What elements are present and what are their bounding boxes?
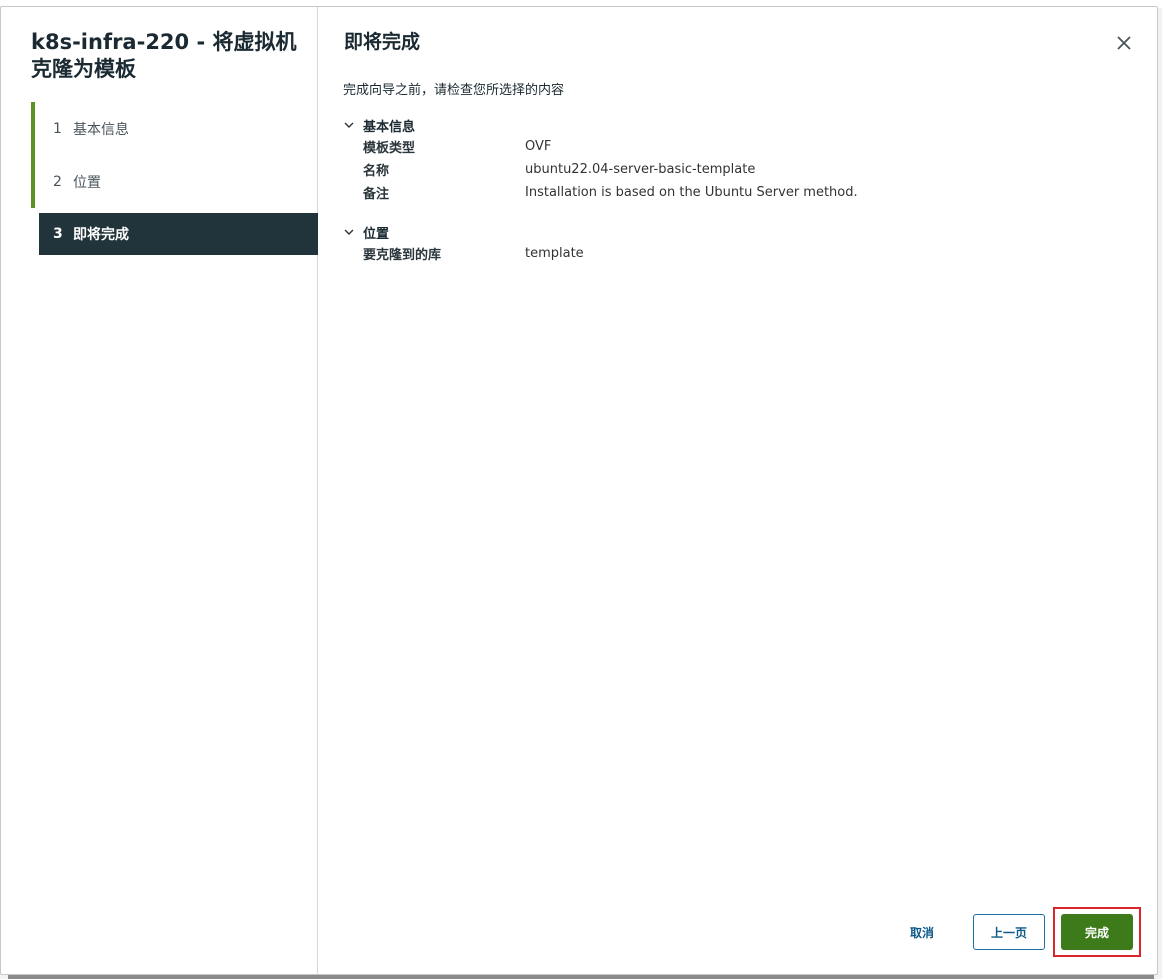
row-value: OVF — [525, 139, 552, 154]
wizard-content: 即将完成 完成向导之前，请检查您所选择的内容 基本信息 模板类型 OVF 名称 … — [318, 7, 1157, 974]
step-basic-info[interactable]: 1 基本信息 — [31, 102, 318, 155]
finish-button[interactable]: 完成 — [1061, 914, 1133, 950]
row-key: 模板类型 — [363, 141, 416, 156]
row-key: 名称 — [363, 164, 390, 179]
step-number: 1 — [53, 120, 62, 137]
section-basic-info: 基本信息 模板类型 OVF 名称 ubuntu22.04-server-basi… — [343, 115, 1043, 204]
summary-row: 备注 Installation is based on the Ubuntu S… — [343, 181, 1043, 204]
wizard-steps: 1 基本信息 2 位置 3 即将完成 — [31, 102, 318, 255]
summary-row: 名称 ubuntu22.04-server-basic-template — [343, 158, 1043, 181]
step-number: 3 — [53, 226, 63, 242]
page-title: 即将完成 — [344, 31, 421, 53]
step-label: 位置 — [73, 174, 101, 191]
row-value: ubuntu22.04-server-basic-template — [525, 162, 756, 177]
section-location: 位置 要克隆到的库 template — [343, 222, 1043, 265]
section-basic-info-toggle[interactable]: 基本信息 — [343, 115, 1043, 135]
section-title: 位置 — [363, 226, 390, 242]
step-number: 2 — [53, 173, 62, 190]
step-location[interactable]: 2 位置 — [31, 155, 318, 208]
row-value: template — [525, 246, 584, 261]
wizard-nav: k8s-infra-220 - 将虚拟机克隆为模板 1 基本信息 2 位置 3 … — [1, 7, 318, 974]
summary-row: 模板类型 OVF — [343, 135, 1043, 158]
step-ready-to-complete[interactable]: 3 即将完成 — [39, 213, 318, 255]
chevron-down-icon — [344, 122, 354, 128]
close-button[interactable] — [1115, 34, 1133, 52]
intro-text: 完成向导之前，请检查您所选择的内容 — [343, 83, 565, 98]
back-button[interactable]: 上一页 — [973, 914, 1045, 950]
step-label: 即将完成 — [73, 227, 129, 243]
step-label: 基本信息 — [73, 121, 129, 138]
summary-row: 要克隆到的库 template — [343, 242, 1043, 265]
row-key: 备注 — [363, 187, 390, 202]
section-location-toggle[interactable]: 位置 — [343, 222, 1043, 242]
row-value: Installation is based on the Ubuntu Serv… — [525, 185, 858, 200]
wizard-title: k8s-infra-220 - 将虚拟机克隆为模板 — [31, 30, 297, 81]
section-title: 基本信息 — [363, 119, 416, 135]
row-key: 要克隆到的库 — [363, 248, 442, 263]
chevron-down-icon — [344, 229, 354, 235]
cancel-button[interactable]: 取消 — [888, 914, 956, 950]
close-icon — [1117, 36, 1131, 50]
clone-to-template-wizard: k8s-infra-220 - 将虚拟机克隆为模板 1 基本信息 2 位置 3 … — [0, 6, 1158, 975]
